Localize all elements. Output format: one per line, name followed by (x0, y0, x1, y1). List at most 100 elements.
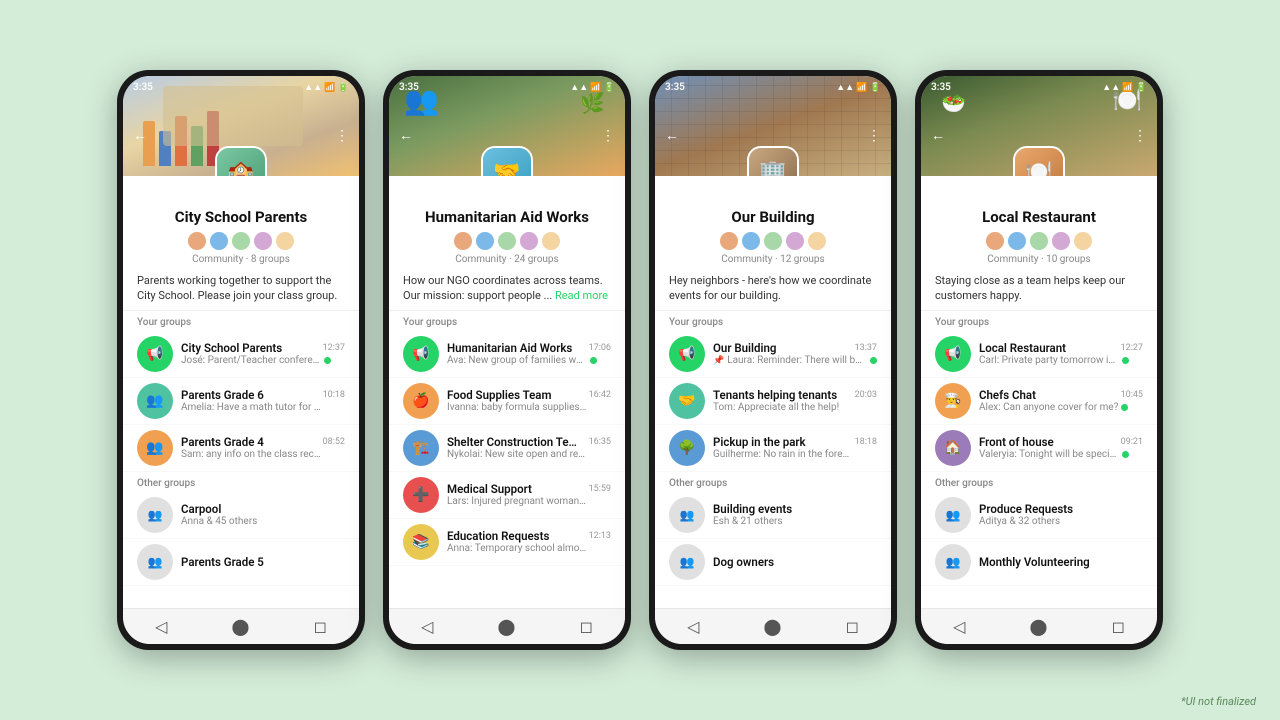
chat-item[interactable]: 👥 Parents Grade 5 (123, 539, 359, 586)
chat-avatar: 📢 (935, 336, 971, 372)
more-button[interactable]: ⋮ (1133, 128, 1147, 144)
phone-screen: 👥 🌿 3:35 ▲▲ 📶 🔋 ← ⋮ 🤝 Humanitarian Aid W… (389, 76, 625, 644)
chat-name: City School Parents (181, 341, 282, 355)
chat-avatar: 📢 (403, 336, 439, 372)
chat-item[interactable]: ➕ Medical Support 15:59 Lars: Injured pr… (389, 472, 625, 519)
back-nav-button[interactable]: ◁ (953, 617, 965, 636)
chat-item[interactable]: 👨‍🍳 Chefs Chat 10:45 Alex: Can anyone co… (921, 378, 1157, 425)
phone-screen: 3:35 ▲▲ 📶 🔋 ← ⋮ 🏫 City School Parents Co… (123, 76, 359, 644)
chat-info: Monthly Volunteering (979, 555, 1143, 569)
chat-info: Produce Requests Aditya & 32 others (979, 502, 1143, 527)
chat-item[interactable]: 👥 Parents Grade 6 10:18 Amelia: Have a m… (123, 378, 359, 425)
chat-item[interactable]: 📢 Our Building 13:37 📌 Laura: Reminder: … (655, 331, 891, 378)
chat-item[interactable]: 🌳 Pickup in the park 18:18 Guilherme: No… (655, 425, 891, 472)
status-bar: 3:35 ▲▲ 📶 🔋 (399, 82, 615, 93)
other-groups-label: Other groups (655, 472, 891, 492)
community-meta: Community · 10 groups (921, 254, 1157, 265)
other-group-avatar: 👥 (137, 497, 173, 533)
recent-nav-button[interactable]: ◻ (846, 617, 859, 636)
chat-name: Parents Grade 5 (181, 555, 264, 569)
chat-item[interactable]: 👥 Produce Requests Aditya & 32 others (921, 492, 1157, 539)
community-title: Humanitarian Aid Works (389, 208, 625, 226)
chat-info: Dog owners (713, 555, 877, 569)
home-nav-button[interactable]: ⬤ (498, 617, 516, 636)
chat-preview-text: Ivanna: baby formula supplies running ..… (447, 402, 587, 413)
back-nav-button[interactable]: ◁ (687, 617, 699, 636)
other-group-avatar: 👥 (935, 497, 971, 533)
recent-nav-button[interactable]: ◻ (1112, 617, 1125, 636)
community-title: Local Restaurant (921, 208, 1157, 226)
member-avatars (123, 231, 359, 251)
chat-item[interactable]: 🏗️ Shelter Construction Team 16:35 Nykol… (389, 425, 625, 472)
chat-avatar: 🏗️ (403, 430, 439, 466)
chat-item[interactable]: 📚 Education Requests 12:13 Anna: Tempora… (389, 519, 625, 566)
chat-name: Produce Requests (979, 502, 1073, 516)
phone-phone-building: 3:35 ▲▲ 📶 🔋 ← ⋮ 🏢 Our Building Community… (649, 70, 897, 650)
chat-name: Dog owners (713, 555, 774, 569)
nav-bar: ◁ ⬤ ◻ (655, 608, 891, 644)
chat-time: 09:21 (1121, 437, 1143, 447)
chat-name: Front of house (979, 435, 1054, 449)
chat-item[interactable]: 👥 Dog owners (655, 539, 891, 586)
phones-container: 3:35 ▲▲ 📶 🔋 ← ⋮ 🏫 City School Parents Co… (117, 70, 1163, 650)
chat-preview-text: José: Parent/Teacher conferences ... (181, 355, 321, 366)
chat-preview-text: Laura: Reminder: There will be ... (727, 355, 867, 366)
online-dot (324, 357, 331, 364)
community-title: City School Parents (123, 208, 359, 226)
status-icons: ▲▲ 📶 🔋 (1102, 82, 1147, 93)
status-bar: 3:35 ▲▲ 📶 🔋 (665, 82, 881, 93)
chat-preview-text: Carl: Private party tomorrow in the ... (979, 355, 1119, 366)
chat-item[interactable]: 📢 Local Restaurant 12:27 Carl: Private p… (921, 331, 1157, 378)
nav-bar: ◁ ⬤ ◻ (921, 608, 1157, 644)
back-nav-button[interactable]: ◁ (421, 617, 433, 636)
chat-item[interactable]: 👥 Monthly Volunteering (921, 539, 1157, 586)
recent-nav-button[interactable]: ◻ (580, 617, 593, 636)
back-button[interactable]: ← (931, 127, 945, 144)
chat-item[interactable]: 👥 Building events Esh & 21 others (655, 492, 891, 539)
chat-item[interactable]: 🍎 Food Supplies Team 16:42 Ivanna: baby … (389, 378, 625, 425)
phone-content: Local Restaurant Community · 10 groups S… (921, 176, 1157, 608)
chat-name: Shelter Construction Team (447, 435, 577, 449)
chat-time: 12:37 (323, 343, 345, 353)
home-nav-button[interactable]: ⬤ (1030, 617, 1048, 636)
member-avatars (389, 231, 625, 251)
chat-preview-text: Ava: New group of families waiting ... (447, 355, 587, 366)
chat-item[interactable]: 👥 Parents Grade 4 08:52 Sam: any info on… (123, 425, 359, 472)
your-groups-label: Your groups (921, 311, 1157, 331)
chat-name: Medical Support (447, 482, 532, 496)
home-nav-button[interactable]: ⬤ (232, 617, 250, 636)
more-button[interactable]: ⋮ (335, 128, 349, 144)
phone-content: Our Building Community · 12 groups Hey n… (655, 176, 891, 608)
home-nav-button[interactable]: ⬤ (764, 617, 782, 636)
chat-item[interactable]: 📢 Humanitarian Aid Works 17:06 Ava: New … (389, 331, 625, 378)
other-group-avatar: 👥 (137, 544, 173, 580)
nav-bar: ◁ ⬤ ◻ (389, 608, 625, 644)
recent-nav-button[interactable]: ◻ (314, 617, 327, 636)
chat-avatar: 👥 (137, 383, 173, 419)
community-icon: 🏫 (215, 146, 267, 176)
chat-item[interactable]: 🤝 Tenants helping tenants 20:03 Tom: App… (655, 378, 891, 425)
chat-name: Monthly Volunteering (979, 555, 1090, 569)
chat-preview-text: Lars: Injured pregnant woman in need ... (447, 496, 587, 507)
chat-info: Tenants helping tenants 20:03 Tom: Appre… (713, 388, 877, 413)
online-dot (870, 357, 877, 364)
back-button[interactable]: ← (399, 127, 413, 144)
other-groups-label: Other groups (921, 472, 1157, 492)
chat-time: 10:18 (323, 390, 345, 400)
phone-content: City School Parents Community · 8 groups… (123, 176, 359, 608)
back-button[interactable]: ← (133, 127, 147, 144)
chat-item[interactable]: 📢 City School Parents 12:37 José: Parent… (123, 331, 359, 378)
chat-time: 18:18 (855, 437, 877, 447)
chat-time: 13:37 (855, 343, 877, 353)
chat-time: 10:45 (1121, 390, 1143, 400)
back-nav-button[interactable]: ◁ (155, 617, 167, 636)
read-more-link[interactable]: Read more (555, 289, 608, 302)
more-button[interactable]: ⋮ (601, 128, 615, 144)
chat-item[interactable]: 👥 Carpool Anna & 45 others (123, 492, 359, 539)
chat-name: Chefs Chat (979, 388, 1036, 402)
chat-preview-text: Esh & 21 others (713, 516, 783, 527)
more-button[interactable]: ⋮ (867, 128, 881, 144)
back-button[interactable]: ← (665, 127, 679, 144)
chat-info: Parents Grade 5 (181, 555, 345, 569)
chat-item[interactable]: 🏠 Front of house 09:21 Valeryia: Tonight… (921, 425, 1157, 472)
